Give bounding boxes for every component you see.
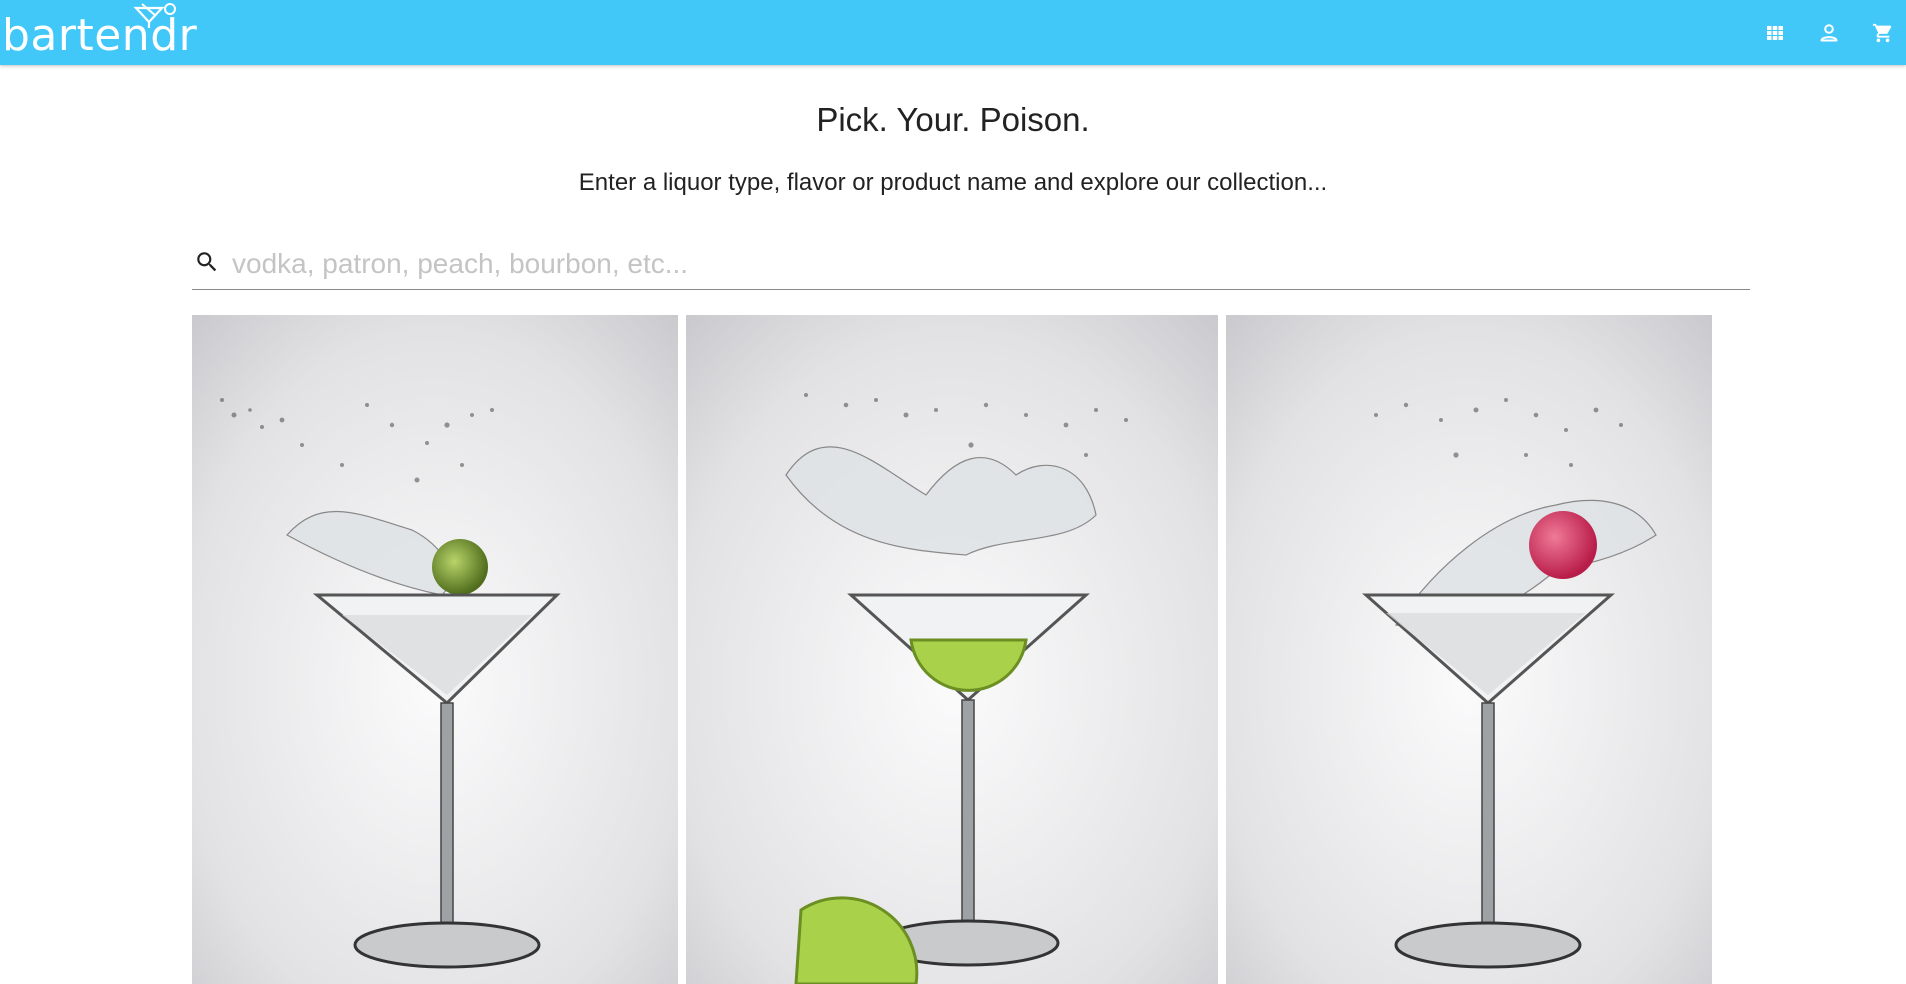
martini-berry-image (1226, 315, 1712, 984)
app-bar: bartendr (0, 0, 1906, 65)
apps-grid-button[interactable] (1760, 18, 1790, 48)
account-icon (1820, 24, 1838, 42)
nav-actions (1760, 18, 1898, 48)
gallery-photo-berry[interactable] (1226, 315, 1712, 984)
cart-button[interactable] (1868, 18, 1898, 48)
search-input[interactable] (230, 243, 1734, 285)
cart-icon (1872, 23, 1892, 43)
page-title: Pick. Your. Poison. (816, 101, 1090, 138)
gallery-photo-olive[interactable] (192, 315, 678, 984)
gallery-photo-lime[interactable] (686, 315, 1218, 984)
grid-icon (1767, 26, 1783, 40)
cocktail-gallery (0, 315, 1906, 984)
search-icon (197, 252, 217, 272)
page-subtitle: Enter a liquor type, flavor or product n… (578, 169, 1328, 196)
main-content: Pick. Your. Poison. Enter a liquor type,… (0, 65, 1906, 984)
martini-lime-image (686, 315, 1218, 984)
search-bar (192, 239, 1750, 290)
brand-logo[interactable]: bartendr (2, 3, 197, 62)
cocktail-glass-logo-icon (133, 3, 176, 28)
account-button[interactable] (1814, 18, 1844, 48)
martini-olive-image (192, 315, 678, 984)
